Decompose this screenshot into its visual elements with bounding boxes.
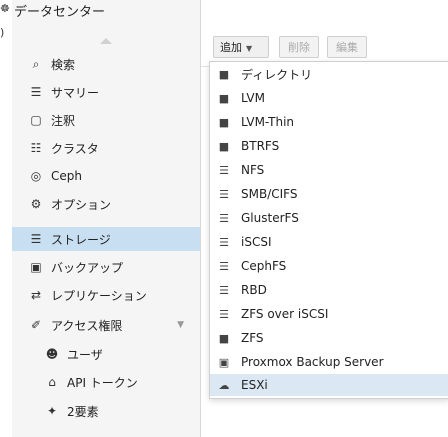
- folder-icon: ■: [218, 67, 230, 81]
- menu-item-label: LVM-Thin: [241, 115, 295, 129]
- key-icon: ✐: [30, 318, 42, 332]
- scroll-up-icon[interactable]: [100, 38, 112, 44]
- database-icon: ☰: [30, 232, 42, 246]
- sidebar-item-permissions[interactable]: ✐ アクセス権限 ▼: [12, 313, 200, 337]
- add-storage-menu: ■ ディレクトリ ■ LVM ■ LVM-Thin ■ BTRFS ☰ NFS …: [209, 61, 448, 399]
- menu-item-label: RBD: [241, 283, 267, 297]
- menu-item-label: ZFS over iSCSI: [241, 307, 329, 321]
- menu-item-lvm-thin[interactable]: ■ LVM-Thin: [210, 111, 448, 133]
- datacenter-title: データセンター: [14, 5, 106, 20]
- building-icon: ☰: [219, 187, 229, 201]
- cluster-icon: ☷: [30, 141, 42, 155]
- sidebar-item-api-tokens[interactable]: ⌂ API トークン: [12, 370, 200, 394]
- building-icon: ☰: [219, 235, 229, 249]
- menu-item-zfs-over-iscsi[interactable]: ☰ ZFS over iSCSI: [210, 303, 448, 325]
- sidebar-item-label: バックアップ: [51, 260, 124, 275]
- menu-item-iscsi[interactable]: ☰ iSCSI: [210, 231, 448, 253]
- menu-item-smb-cifs[interactable]: ☰ SMB/CIFS: [210, 183, 448, 205]
- sidebar-item-label: オプション: [51, 197, 112, 212]
- folder-icon: ■: [218, 331, 230, 345]
- menu-item-zfs[interactable]: ■ ZFS: [210, 327, 448, 349]
- summary-icon: ☰: [30, 85, 42, 99]
- folder-icon: ■: [218, 115, 230, 129]
- edit-button[interactable]: 編集: [327, 36, 367, 58]
- sidebar-item-label: レプリケーション: [51, 288, 147, 303]
- sidebar-item-label: Ceph: [51, 169, 82, 183]
- edge-mid-glyph: ): [0, 26, 5, 39]
- menu-item-label: ディレクトリ: [241, 67, 313, 82]
- sidebar-item-two-factor[interactable]: ✦ 2要素: [12, 399, 200, 423]
- building-icon: ☰: [219, 283, 229, 297]
- token-icon: ⌂: [48, 375, 56, 389]
- menu-item-label: LVM: [241, 91, 265, 105]
- sidebar-item-label: 検索: [51, 57, 76, 72]
- menu-item-label: NFS: [241, 163, 265, 177]
- collapse-icon[interactable]: ▼: [177, 320, 184, 330]
- chevron-down-icon: ▼: [246, 44, 253, 53]
- menu-item-label: iSCSI: [241, 235, 272, 249]
- sidebar-item-summary[interactable]: ☰ サマリー: [12, 80, 200, 104]
- gear-icon: ⚙: [30, 197, 42, 211]
- backup-icon: ▣: [30, 260, 42, 274]
- sidebar-item-label: クラスタ: [51, 141, 99, 156]
- menu-item-label: ESXi: [241, 378, 268, 392]
- menu-item-proxmox-backup-server[interactable]: ▣ Proxmox Backup Server: [210, 351, 448, 373]
- menu-item-label: Proxmox Backup Server: [241, 355, 384, 369]
- sidebar-item-label: ユーザ: [67, 347, 103, 362]
- building-icon: ☰: [219, 163, 229, 177]
- sidebar-item-label: ストレージ: [51, 232, 111, 247]
- left-edge-strip: ☸ ): [0, 0, 12, 437]
- sidebar-item-label: アクセス権限: [51, 318, 123, 333]
- remove-button[interactable]: 削除: [279, 36, 319, 58]
- sidebar-item-storage[interactable]: ☰ ストレージ: [12, 227, 200, 251]
- sidebar-item-label: サマリー: [51, 85, 100, 100]
- menu-item-cephfs[interactable]: ☰ CephFS: [210, 255, 448, 277]
- menu-item-label: BTRFS: [241, 139, 280, 153]
- sidebar-item-replication[interactable]: ⇄ レプリケーション: [12, 283, 200, 307]
- floppy-icon: ▣: [218, 355, 230, 369]
- menu-item-esxi[interactable]: ☁ ESXi: [210, 374, 448, 396]
- sidebar-item-cluster[interactable]: ☷ クラスタ: [12, 136, 200, 160]
- sidebar-item-options[interactable]: ⚙ オプション: [12, 192, 200, 216]
- menu-item-nfs[interactable]: ☰ NFS: [210, 159, 448, 181]
- folder-icon: ■: [218, 91, 230, 105]
- building-icon: ☰: [219, 307, 229, 321]
- ceph-icon: ◎: [30, 169, 42, 183]
- menu-item-lvm[interactable]: ■ LVM: [210, 87, 448, 109]
- menu-item-label: GlusterFS: [241, 211, 299, 225]
- add-button-label: 追加: [220, 41, 242, 54]
- storage-toolbar: 追加 ▼ 削除 編集: [201, 36, 448, 60]
- menu-item-btrfs[interactable]: ■ BTRFS: [210, 135, 448, 157]
- search-icon: ⌕: [32, 56, 40, 71]
- menu-item-rbd[interactable]: ☰ RBD: [210, 279, 448, 301]
- sidebar-item-users[interactable]: ☻ ユーザ: [12, 342, 200, 366]
- sidebar-item-backup[interactable]: ▣ バックアップ: [12, 255, 200, 279]
- building-icon: ☰: [219, 211, 229, 225]
- sidebar-item-label: API トークン: [67, 375, 138, 390]
- sidebar-item-notes[interactable]: ▢ 注釈: [12, 108, 200, 132]
- add-button[interactable]: 追加 ▼: [213, 36, 269, 58]
- menu-item-glusterfs[interactable]: ☰ GlusterFS: [210, 207, 448, 229]
- two-factor-icon: ✦: [46, 404, 58, 418]
- sidebar-item-label: 注釈: [51, 113, 76, 128]
- sidebar-item-search[interactable]: ⌕ 検索: [12, 52, 200, 76]
- menu-item-label: SMB/CIFS: [241, 187, 298, 201]
- building-icon: ☰: [219, 259, 229, 273]
- sidebar-item-ceph[interactable]: ◎ Ceph: [12, 164, 200, 188]
- folder-icon: ■: [218, 139, 230, 153]
- cloud-icon: ☁: [218, 378, 230, 392]
- menu-item-label: CephFS: [241, 259, 287, 273]
- sidebar-item-label: 2要素: [67, 404, 99, 419]
- edge-top-icon: ☸: [0, 2, 10, 15]
- replication-icon: ⇄: [30, 288, 42, 302]
- menu-item-label: ZFS: [241, 331, 264, 345]
- notes-icon: ▢: [30, 113, 42, 127]
- menu-item-directory[interactable]: ■ ディレクトリ: [210, 63, 448, 85]
- user-icon: ☻: [45, 347, 59, 361]
